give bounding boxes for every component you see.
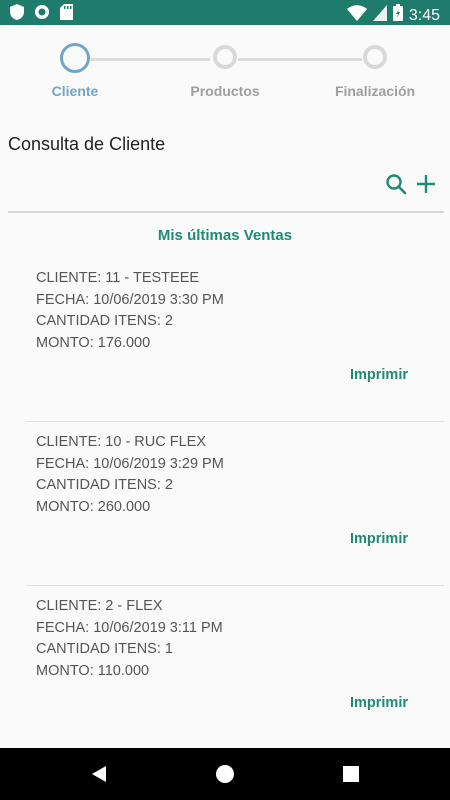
- search-icon[interactable]: [384, 172, 408, 196]
- search-underline: [8, 211, 444, 213]
- circle-icon: [34, 4, 50, 25]
- sale-card: CLIENTE: 2 - FLEX FECHA: 10/06/2019 3:11…: [26, 586, 444, 750]
- sale-card: CLIENTE: 10 - RUC FLEX FECHA: 10/06/2019…: [26, 422, 444, 586]
- recents-icon[interactable]: [339, 762, 363, 786]
- step-connector: [90, 58, 210, 61]
- step-indicator-finalizacion[interactable]: [363, 45, 387, 69]
- sd-card-icon: [60, 4, 73, 25]
- signal-icon: [372, 4, 387, 26]
- sale-item-count: CANTIDAD ITENS: 2: [36, 477, 173, 493]
- step-indicator-productos[interactable]: [213, 45, 237, 69]
- sale-client: CLIENTE: 2 - FLEX: [36, 598, 163, 614]
- sale-item-count: CANTIDAD ITENS: 2: [36, 313, 173, 329]
- checkout-stepper: Cliente Productos Finalización: [0, 25, 450, 110]
- step-connector: [238, 58, 362, 61]
- status-time: 3:45: [408, 6, 440, 24]
- sale-date: FECHA: 10/06/2019 3:30 PM: [36, 291, 224, 308]
- sale-client: CLIENTE: 10 - RUC FLEX: [36, 434, 207, 450]
- sale-item-count: CANTIDAD ITENS: 1: [36, 641, 173, 657]
- step-label-finalizacion[interactable]: Finalización: [315, 83, 435, 99]
- sale-details: CLIENTE: 10 - RUC FLEX FECHA: 10/06/2019…: [36, 432, 224, 518]
- sale-amount: MONTO: 176.000: [36, 334, 151, 351]
- wifi-icon: [346, 4, 367, 26]
- page-title: Consulta de Cliente: [8, 134, 166, 154]
- sale-amount: MONTO: 110.000: [36, 662, 150, 679]
- battery-icon: [392, 4, 403, 26]
- sale-amount: MONTO: 260.000: [36, 498, 151, 515]
- client-actions: [384, 172, 438, 196]
- add-icon[interactable]: [414, 172, 438, 196]
- back-icon[interactable]: [87, 762, 111, 786]
- recent-sales-list: CLIENTE: 11 - TESTEEE FECHA: 10/06/2019 …: [0, 258, 450, 750]
- sale-date: FECHA: 10/06/2019 3:29 PM: [36, 455, 224, 472]
- home-icon[interactable]: [213, 762, 237, 786]
- print-button[interactable]: Imprimir: [350, 695, 408, 711]
- shield-icon: [10, 4, 24, 25]
- sale-date: FECHA: 10/06/2019 3:11 PM: [36, 619, 223, 636]
- step-label-cliente[interactable]: Cliente: [15, 83, 135, 99]
- system-nav-bar: [0, 748, 450, 800]
- sale-details: CLIENTE: 11 - TESTEEE FECHA: 10/06/2019 …: [36, 268, 224, 354]
- status-bar-left: [10, 4, 73, 25]
- recent-sales-title: Mis últimas Ventas: [157, 227, 293, 244]
- status-bar-right: 3:45: [346, 4, 440, 26]
- step-label-productos[interactable]: Productos: [165, 83, 285, 99]
- sale-details: CLIENTE: 2 - FLEX FECHA: 10/06/2019 3:11…: [36, 596, 223, 682]
- print-button[interactable]: Imprimir: [350, 367, 408, 383]
- sale-card: CLIENTE: 11 - TESTEEE FECHA: 10/06/2019 …: [26, 258, 444, 422]
- sale-client: CLIENTE: 11 - TESTEEE: [36, 270, 200, 286]
- status-bar: 3:45: [0, 0, 450, 25]
- print-button[interactable]: Imprimir: [350, 531, 408, 547]
- step-indicator-cliente[interactable]: [60, 43, 90, 73]
